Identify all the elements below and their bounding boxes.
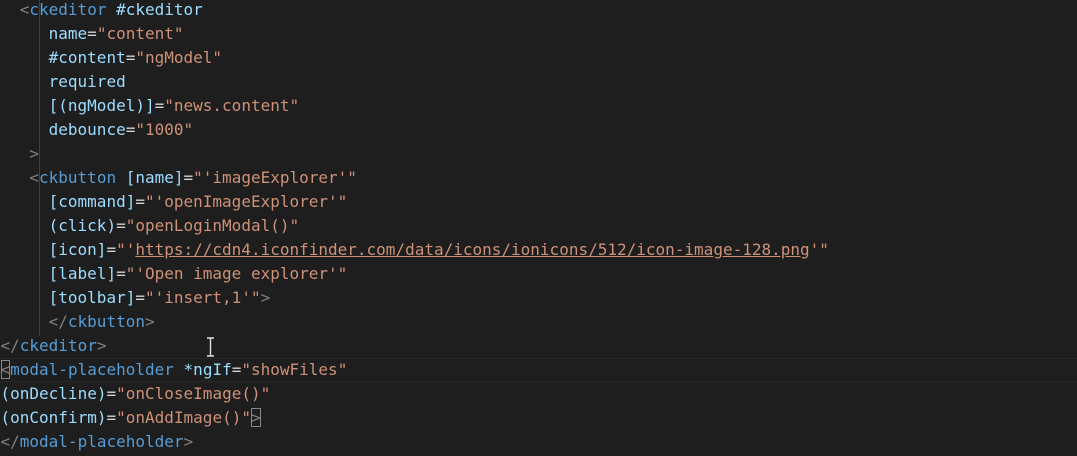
code-line[interactable]: </modal-placeholder> <box>1 430 194 454</box>
code-token: "onAddImage()" <box>116 408 251 427</box>
code-token: = <box>125 120 136 139</box>
code-token: > <box>144 312 155 331</box>
code-token: ckbutton <box>39 168 117 187</box>
code-line[interactable]: <modal-placeholder *ngIf="showFiles" <box>0 358 348 382</box>
code-token: "content" <box>96 24 184 43</box>
code-token: "'insert,1'" <box>144 288 261 307</box>
code-token: > <box>29 144 40 163</box>
code-line[interactable]: <ckeditor #ckeditor <box>20 0 203 22</box>
code-token: = <box>106 408 117 427</box>
code-line[interactable]: [label]="'Open image explorer'" <box>49 262 348 286</box>
code-line[interactable]: #content="ngModel" <box>49 46 222 70</box>
code-token: = <box>135 192 145 211</box>
code-token: "'imageExplorer'" <box>193 168 357 187</box>
code-line[interactable]: (click)="openLoginModal()" <box>49 214 299 238</box>
code-token: "' <box>116 240 136 259</box>
code-token: > <box>96 336 107 355</box>
code-token: = <box>183 168 194 187</box>
code-token: < <box>29 168 40 187</box>
code-line[interactable]: > <box>29 142 39 166</box>
code-token: name <box>48 24 88 43</box>
code-token: "showFiles" <box>241 360 348 379</box>
code-token: [(ngModel)] <box>48 96 155 115</box>
code-line[interactable]: (onConfirm)="onAddImage()"> <box>1 406 261 430</box>
code-token: "'openImageExplorer'" <box>144 192 348 211</box>
code-line[interactable]: name="content" <box>49 22 184 46</box>
code-token: (onConfirm) <box>0 408 107 427</box>
code-token: < <box>0 360 11 379</box>
code-token: "ngModel" <box>135 48 223 67</box>
code-token: modal-placeholder <box>10 360 174 379</box>
code-token: = <box>116 264 126 283</box>
code-token: (click) <box>48 216 117 235</box>
code-token: "1000" <box>135 120 194 139</box>
code-token: required <box>48 72 126 91</box>
code-token: = <box>106 240 117 259</box>
code-token: "'Open image explorer'" <box>125 264 348 283</box>
code-token: = <box>106 384 117 403</box>
code-line[interactable]: </ckeditor> <box>1 334 107 358</box>
code-line[interactable]: [(ngModel)]="news.content" <box>49 94 299 118</box>
code-token: </ <box>48 312 68 331</box>
code-token: "openLoginModal()" <box>125 216 300 235</box>
code-token: #content <box>48 48 126 67</box>
code-token: = <box>125 48 136 67</box>
code-token: = <box>116 216 126 235</box>
code-token: modal-placeholder <box>19 432 184 451</box>
code-token: debounce <box>48 120 126 139</box>
code-token: '" <box>809 240 829 259</box>
code-token: [label] <box>48 264 117 283</box>
code-token: = <box>87 24 97 43</box>
code-token: = <box>231 360 242 379</box>
code-token: ckbutton <box>67 312 145 331</box>
code-token: [name] <box>125 168 184 187</box>
code-token: (onDecline) <box>0 384 107 403</box>
url-link[interactable]: https://cdn4.iconfinder.com/data/icons/i… <box>135 240 809 259</box>
code-token: "onCloseImage()" <box>116 384 271 403</box>
code-token: "news.content" <box>164 96 300 115</box>
code-line[interactable]: </ckbutton> <box>49 310 155 334</box>
code-token: #ckeditor <box>116 0 203 19</box>
code-token: > <box>183 432 194 451</box>
code-line[interactable]: (onDecline)="onCloseImage()" <box>1 382 271 406</box>
code-token: > <box>250 408 261 427</box>
code-token: *ngIf <box>183 360 232 379</box>
code-token: [command] <box>48 192 136 211</box>
code-line[interactable]: required <box>49 70 126 94</box>
code-line[interactable]: debounce="1000" <box>49 118 194 142</box>
code-token: < <box>19 0 30 19</box>
code-token: = <box>135 288 145 307</box>
code-token: </ <box>0 432 20 451</box>
code-token: = <box>154 96 165 115</box>
code-token: [icon] <box>48 240 107 259</box>
code-line[interactable]: [toolbar]="'insert,1'"> <box>49 286 271 310</box>
code-line[interactable]: [icon]="'https://cdn4.iconfinder.com/dat… <box>49 238 829 262</box>
code-token: </ <box>0 336 20 355</box>
code-token: [toolbar] <box>48 288 136 307</box>
code-line[interactable]: [command]="'openImageExplorer'" <box>49 190 348 214</box>
code-token: ckeditor <box>19 336 97 355</box>
code-token: > <box>260 288 271 307</box>
code-line[interactable]: <ckbutton [name]="'imageExplorer'" <box>29 166 357 190</box>
code-token: ckeditor <box>29 0 107 19</box>
i-beam-cursor-icon <box>207 337 214 357</box>
code-editor[interactable]: <ckeditor #ckeditor name="content" #conten… <box>0 0 1077 456</box>
